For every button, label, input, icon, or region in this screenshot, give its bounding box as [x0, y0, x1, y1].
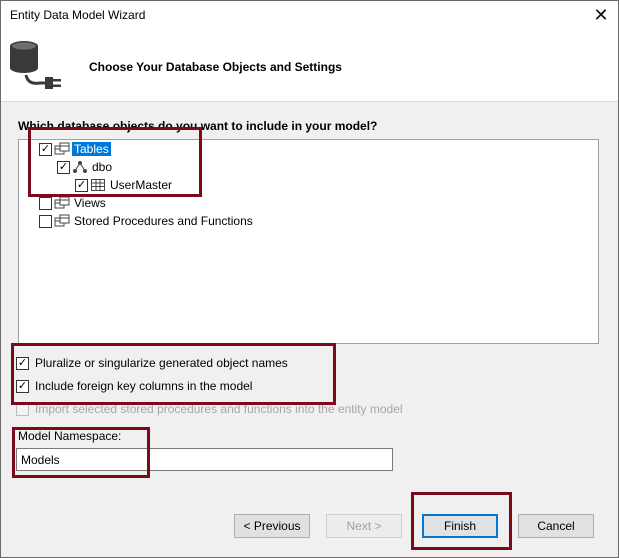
foreign-keys-label[interactable]: Include foreign key columns in the model	[35, 379, 252, 393]
tree-node-tables[interactable]: ✓ Tables	[39, 140, 111, 158]
views-checkbox[interactable]	[39, 196, 52, 210]
import-procs-option: Import selected stored procedures and fu…	[16, 400, 403, 418]
wizard-banner: Choose Your Database Objects and Setting…	[1, 29, 618, 102]
database-objects-tree[interactable]: ✓ Tables ✓ dbo ✓ UserMaster Views Stored…	[18, 139, 599, 344]
import-procs-checkbox	[16, 402, 29, 416]
database-plug-icon	[6, 37, 70, 96]
tables-checkbox[interactable]: ✓	[39, 142, 52, 156]
tables-label[interactable]: Tables	[72, 142, 111, 156]
window-title: Entity Data Model Wizard	[10, 8, 146, 22]
pluralize-label[interactable]: Pluralize or singularize generated objec…	[35, 356, 288, 370]
close-icon[interactable]: ✕	[584, 1, 618, 29]
page-heading: Choose Your Database Objects and Setting…	[89, 60, 342, 74]
views-folder-icon	[54, 196, 70, 210]
schema-checkbox[interactable]: ✓	[57, 160, 70, 174]
title-bar: Entity Data Model Wizard ✕	[1, 1, 618, 29]
highlight-box-options	[11, 343, 336, 405]
tree-node-views[interactable]: Views	[39, 194, 108, 212]
procs-folder-icon	[54, 214, 70, 228]
schema-icon	[72, 160, 88, 174]
previous-button[interactable]: < Previous	[234, 514, 310, 538]
procs-checkbox[interactable]	[39, 214, 52, 228]
finish-button[interactable]: Finish	[422, 514, 498, 538]
objects-question: Which database objects do you want to in…	[18, 119, 378, 133]
namespace-input[interactable]	[16, 448, 393, 471]
tree-node-schema[interactable]: ✓ dbo	[57, 158, 114, 176]
wizard-window: Entity Data Model Wizard ✕ Choose Your D…	[0, 0, 619, 558]
pluralize-checkbox[interactable]: ✓	[16, 356, 29, 370]
tree-node-procs[interactable]: Stored Procedures and Functions	[39, 212, 255, 230]
namespace-label: Model Namespace:	[18, 429, 122, 443]
views-label[interactable]: Views	[72, 196, 108, 210]
usermaster-checkbox[interactable]: ✓	[75, 178, 88, 192]
import-procs-label: Import selected stored procedures and fu…	[35, 402, 403, 416]
cancel-button[interactable]: Cancel	[518, 514, 594, 538]
schema-label[interactable]: dbo	[90, 160, 114, 174]
next-button: Next >	[326, 514, 402, 538]
foreign-keys-checkbox[interactable]: ✓	[16, 379, 29, 393]
usermaster-label[interactable]: UserMaster	[108, 178, 174, 192]
procs-label[interactable]: Stored Procedures and Functions	[72, 214, 255, 228]
pluralize-option[interactable]: ✓ Pluralize or singularize generated obj…	[16, 354, 288, 372]
table-grid-icon	[90, 178, 106, 192]
tables-folder-icon	[54, 142, 70, 156]
foreign-keys-option[interactable]: ✓ Include foreign key columns in the mod…	[16, 377, 252, 395]
tree-node-usermaster[interactable]: ✓ UserMaster	[75, 176, 174, 194]
